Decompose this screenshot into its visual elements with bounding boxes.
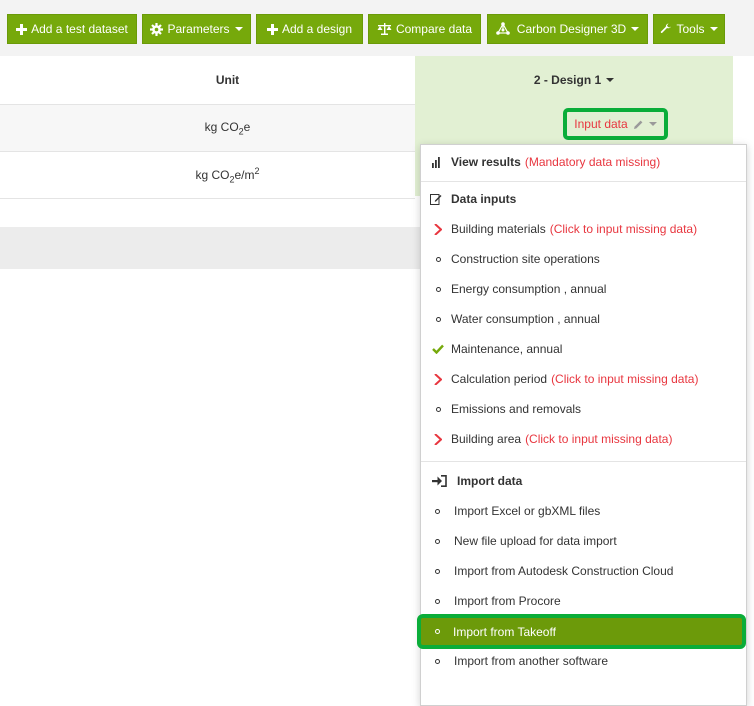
plus-icon [266,23,278,35]
compare-data-button[interactable]: Compare data [368,14,481,44]
bullet-icon [435,256,441,262]
chevron-right-icon [421,223,451,235]
chevron-down-icon [606,78,615,82]
gear-icon [150,22,164,36]
chevron-down-icon [234,27,243,31]
menu-item-import-other[interactable]: Import from another software [421,646,746,676]
bullet-icon [435,508,440,514]
carbon-designer-label: Carbon Designer 3D [516,22,627,36]
table-row: kg CO2e [0,105,415,152]
bullet-icon [435,316,441,322]
carbon-designer-button[interactable]: Carbon Designer 3D [487,14,648,44]
import-data-heading: Import data [421,466,746,496]
chevron-down-icon [648,122,657,126]
menu-item-energy-consumption[interactable]: Energy consumption , annual [421,274,746,304]
bullet-icon [434,629,440,634]
menu-item-import-autodesk[interactable]: Import from Autodesk Construction Cloud [421,556,746,586]
bullet-icon [435,598,440,604]
input-data-button[interactable]: Input data [563,108,668,140]
balance-scale-icon [377,23,392,35]
chevron-right-icon [421,433,451,445]
sign-in-icon [421,475,457,487]
bar-chart-icon [421,156,451,168]
view-results-item[interactable]: View results (Mandatory data missing) [421,147,746,177]
network-icon [495,22,510,36]
plus-icon [16,23,28,35]
design-column-header[interactable]: 2 - Design 1 [415,56,733,104]
add-design-button[interactable]: Add a design [256,14,363,44]
menu-item-building-area[interactable]: Building area (Click to input missing da… [421,424,746,454]
unit-column-header: Unit [0,56,415,105]
menu-item-import-procore[interactable]: Import from Procore [421,586,746,616]
bullet-icon [435,568,440,574]
add-test-dataset-button[interactable]: Add a test dataset [7,14,137,44]
table-row: kg CO2e/m2 [0,152,415,199]
unit-cell: kg CO2e [204,119,251,137]
menu-item-building-materials[interactable]: Building materials (Click to input missi… [421,214,746,244]
menu-item-water-consumption[interactable]: Water consumption , annual [421,304,746,334]
menu-item-emissions-removals[interactable]: Emissions and removals [421,394,746,424]
menu-item-import-takeoff[interactable]: Import from Takeoff [417,614,746,649]
toolbar: Add a test dataset Parameters Add a desi… [0,0,754,56]
compare-data-label: Compare data [395,22,473,36]
parameters-label: Parameters [167,22,230,36]
checkmark-icon [421,344,451,354]
bullet-icon [435,658,440,664]
divider [421,181,746,182]
divider [421,461,746,462]
bullet-icon [435,538,440,544]
tools-label: Tools [676,22,705,36]
menu-item-construction-site[interactable]: Construction site operations [421,244,746,274]
chevron-down-icon [709,27,718,31]
tools-button[interactable]: Tools [653,14,725,44]
data-inputs-heading: Data inputs [421,184,746,214]
chevron-right-icon [421,373,451,385]
table-row [0,227,420,269]
chevron-down-icon [631,27,640,31]
input-data-label: Input data [574,117,628,131]
add-design-label: Add a design [281,22,353,36]
parameters-button[interactable]: Parameters [142,14,251,44]
menu-item-import-excel[interactable]: Import Excel or gbXML files [421,496,746,526]
menu-item-calculation-period[interactable]: Calculation period (Click to input missi… [421,364,746,394]
edit-document-icon [421,193,451,205]
unit-cell: kg CO2e/m2 [195,165,260,185]
pencil-icon [633,119,644,130]
menu-item-new-file-upload[interactable]: New file upload for data import [421,526,746,556]
wrench-icon [660,23,672,35]
menu-item-maintenance[interactable]: Maintenance, annual [421,334,746,364]
add-test-dataset-label: Add a test dataset [31,22,128,36]
bullet-icon [435,406,441,412]
design-header-label: 2 - Design 1 [533,73,602,87]
bullet-icon [435,286,441,292]
